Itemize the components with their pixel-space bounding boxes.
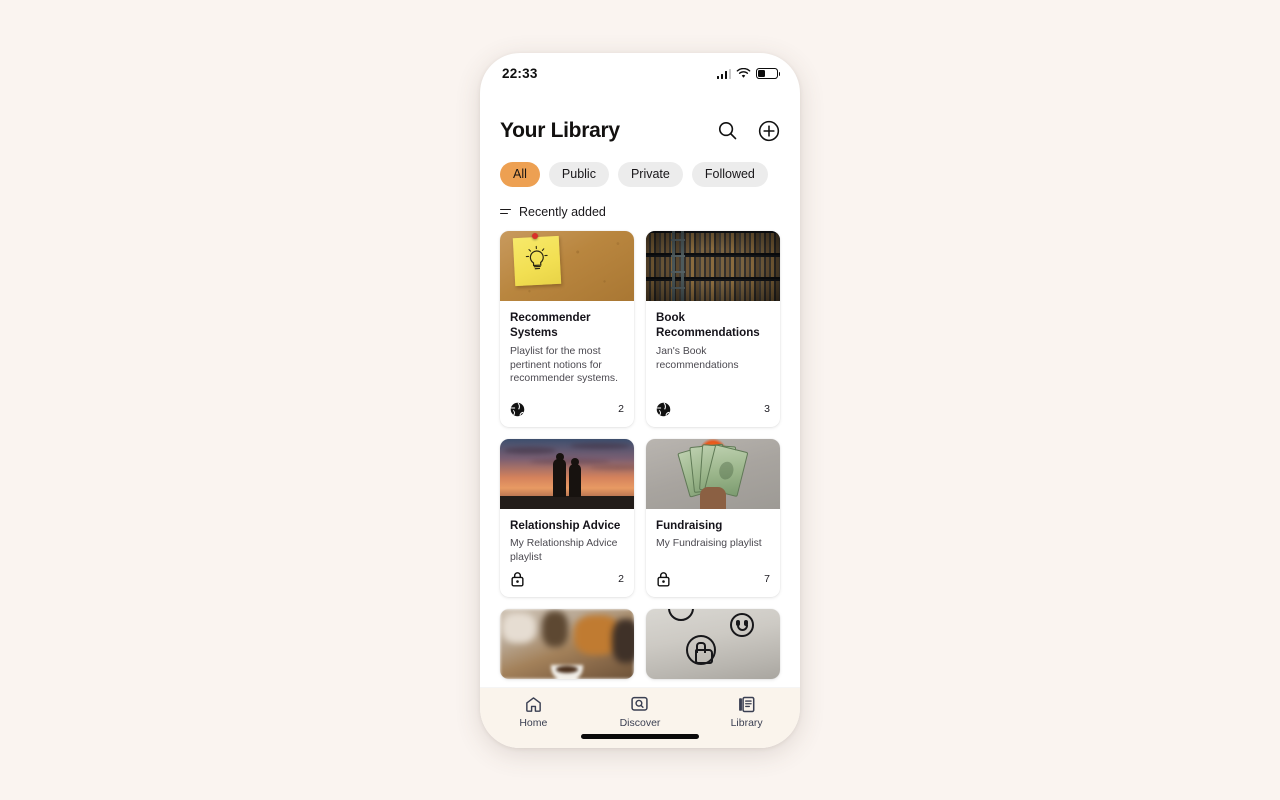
- card-artwork-emoji-wall: [646, 608, 780, 679]
- card-artwork-money: [646, 438, 780, 509]
- nav-label-discover: Discover: [619, 716, 661, 729]
- card-description: My Relationship Advice playlist: [510, 538, 618, 563]
- wifi-icon: [736, 68, 751, 78]
- card-footer: 2: [500, 402, 634, 427]
- library-grid: Recommender Systems Playlist for the mos…: [500, 230, 780, 679]
- nav-item-library[interactable]: Library: [719, 695, 775, 729]
- card-title: Book Recommendations: [656, 310, 760, 340]
- card-title: Recommender Systems: [510, 310, 591, 340]
- page-title: Your Library: [500, 118, 620, 142]
- library-card[interactable]: Book Recommendations Jan's Book recommen…: [646, 230, 780, 427]
- search-icon[interactable]: [717, 120, 738, 141]
- card-body: Book Recommendations Jan's Book recommen…: [646, 301, 780, 402]
- phone-frame: 22:33 Your Library All Public Private Fo…: [480, 52, 800, 748]
- card-footer: 2: [500, 571, 634, 597]
- card-item-count: 7: [764, 572, 770, 585]
- status-bar-icons: [716, 68, 781, 79]
- card-artwork-bookshelf: [646, 230, 780, 301]
- card-artwork-coffee-shop: [500, 608, 634, 679]
- home-indicator[interactable]: [581, 734, 699, 739]
- home-icon: [525, 696, 541, 712]
- lock-icon: [657, 571, 670, 587]
- header-actions: [717, 120, 780, 142]
- library-card[interactable]: [646, 608, 780, 679]
- lock-icon: [511, 571, 524, 587]
- card-description: My Fundraising playlist: [656, 538, 762, 550]
- library-card[interactable]: Relationship Advice My Relationship Advi…: [500, 438, 634, 597]
- sort-icon: [500, 208, 511, 215]
- card-item-count: 2: [618, 572, 624, 585]
- card-description: Playlist for the most pertinent notions …: [510, 345, 618, 385]
- card-artwork-sunset-couple: [500, 438, 634, 509]
- library-card[interactable]: Fundraising My Fundraising playlist 7: [646, 438, 780, 597]
- card-description: Jan's Book recommendations: [656, 345, 739, 371]
- globe-icon: [510, 402, 525, 416]
- filter-chip-followed[interactable]: Followed: [691, 161, 768, 187]
- card-title: Fundraising: [656, 518, 723, 532]
- lightbulb-icon: [525, 245, 548, 269]
- nav-label-home: Home: [519, 716, 548, 729]
- status-bar-time: 22:33: [502, 66, 538, 81]
- card-body: Fundraising My Fundraising playlist: [646, 509, 780, 571]
- sort-label: Recently added: [519, 204, 606, 219]
- battery-icon: [756, 68, 781, 79]
- card-item-count: 2: [618, 403, 624, 415]
- status-bar: 22:33: [480, 53, 800, 95]
- screenshot-stage: 22:33 Your Library All Public Private Fo…: [0, 0, 1280, 800]
- page-header: Your Library: [480, 95, 800, 143]
- sort-row[interactable]: Recently added: [480, 187, 800, 219]
- card-item-count: 3: [764, 403, 770, 415]
- nav-label-library: Library: [730, 716, 763, 729]
- card-body: Relationship Advice My Relationship Advi…: [500, 509, 634, 571]
- filter-chip-private[interactable]: Private: [617, 161, 683, 187]
- card-footer: 3: [646, 402, 780, 427]
- nav-item-discover[interactable]: Discover: [612, 695, 668, 729]
- cellular-signal-icon: [716, 68, 731, 79]
- library-card[interactable]: [500, 608, 634, 679]
- card-footer: 7: [646, 571, 780, 597]
- library-books-icon: [739, 696, 755, 712]
- card-title: Relationship Advice: [510, 518, 621, 532]
- filter-chips: All Public Private Followed: [480, 143, 800, 187]
- nav-item-home[interactable]: Home: [505, 695, 561, 729]
- library-card[interactable]: Recommender Systems Playlist for the mos…: [500, 230, 634, 427]
- filter-chip-public[interactable]: Public: [548, 161, 609, 187]
- bottom-navigation: Home Discover Library: [480, 687, 800, 748]
- filter-chip-all[interactable]: All: [500, 161, 540, 187]
- card-body: Recommender Systems Playlist for the mos…: [500, 301, 634, 402]
- library-scroll-area[interactable]: Recommender Systems Playlist for the mos…: [480, 219, 800, 688]
- card-artwork-cork-board: [500, 230, 634, 301]
- globe-icon: [656, 402, 671, 416]
- discover-search-icon: [631, 696, 649, 711]
- plus-circle-icon[interactable]: [758, 120, 780, 142]
